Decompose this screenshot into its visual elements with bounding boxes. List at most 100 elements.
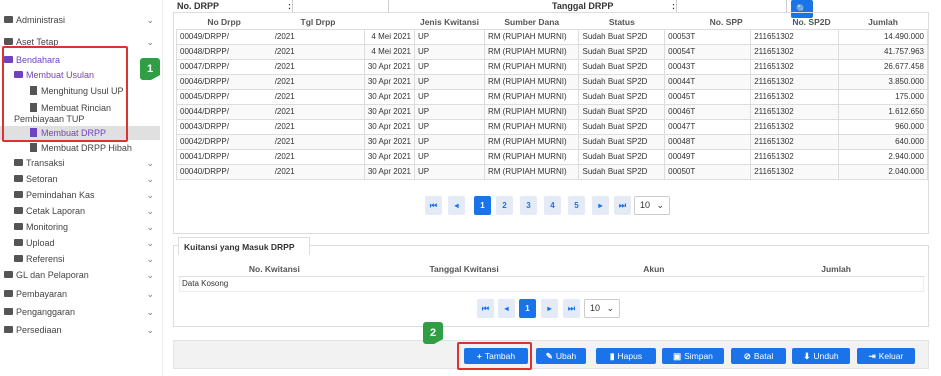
cell-no-drpp: 00042/DRPP/ (175, 133, 272, 150)
tanggal-drpp-label: Tanggal DRPP (552, 1, 614, 11)
folder-icon (4, 326, 13, 334)
sidebar-item-label: Upload (26, 238, 55, 248)
folder-icon (4, 16, 13, 24)
chevron-down-icon: ⌄ (146, 158, 154, 168)
page-size-select[interactable]: 10 ⌄ (634, 196, 670, 215)
cell-no-sp2d: 211651302 (750, 148, 840, 165)
last-page-icon[interactable]: ⏭ (563, 299, 580, 318)
sidebar-item-setoran[interactable]: Setoran ⌄ (0, 172, 160, 186)
table-row[interactable]: 00040/DRPP//2021 30 Apr 2021 UP RM (RUPIAH … (175, 163, 928, 180)
sidebar-item-penganggaran[interactable]: Penganggaran ⌄ (0, 305, 160, 319)
page-button-5[interactable]: 5 (568, 196, 585, 215)
sidebar-item-persediaan[interactable]: Persediaan ⌄ (0, 323, 160, 337)
chevron-down-icon: ⌄ (146, 289, 154, 299)
cell-status: Sudah Buat SP2D (578, 103, 666, 120)
col-header-status[interactable]: Status (578, 15, 665, 30)
step-badge-2: 2 (423, 322, 443, 344)
first-page-icon[interactable]: ⏮ (477, 299, 494, 318)
sidebar-item-pemindahan-kas[interactable]: Pemindahan Kas ⌄ (0, 188, 160, 202)
page-button-3[interactable]: 3 (520, 196, 537, 215)
cell-no-spp: 00049T (664, 148, 752, 165)
table-row[interactable]: 00045/DRPP//2021 30 Apr 2021 UP RM (RUPIAH … (175, 88, 928, 105)
hapus-button[interactable]: ▮ Hapus (596, 348, 656, 364)
cell-no-sp2d: 211651302 (750, 88, 840, 105)
cell-no-sp2d: 211651302 (750, 133, 840, 150)
chevron-down-icon: ⌄ (146, 254, 154, 264)
cell-tgl-drpp: 30 Apr 2021 (363, 163, 416, 180)
tanggal-drpp-colon: : (672, 1, 675, 11)
cell-jumlah: 41.757.963 (838, 43, 928, 60)
ubah-button[interactable]: ✎ Ubah (536, 348, 586, 364)
prev-page-icon[interactable]: ◂ (498, 299, 515, 318)
chevron-down-icon: ⌄ (146, 37, 154, 47)
prev-page-icon[interactable]: ◂ (448, 196, 465, 215)
col-header-tgl-drpp[interactable]: Tgl Drpp (271, 15, 365, 30)
table-row[interactable]: 00046/DRPP//2021 30 Apr 2021 UP RM (RUPIAH … (175, 73, 928, 90)
cell-sumber-dana: RM (RUPIAH MURNI) (483, 43, 580, 60)
col-header-no-spp[interactable]: No. SPP (664, 15, 751, 30)
cell-no-sp2d: 211651302 (750, 118, 840, 135)
sidebar-item-cetak-laporan[interactable]: Cetak Laporan ⌄ (0, 204, 160, 218)
button-label: Ubah (555, 351, 577, 361)
sidebar-item-administrasi[interactable]: Administrasi ⌄ (0, 13, 160, 27)
table-row[interactable]: 00042/DRPP//2021 30 Apr 2021 UP RM (RUPIAH … (175, 133, 928, 150)
table-row[interactable]: 00048/DRPP//2021 4 Mei 2021 UP RM (RUPIAH M… (175, 43, 928, 60)
tab-kuitansi[interactable]: Kuitansi yang Masuk DRPP (178, 237, 310, 255)
first-page-icon[interactable]: ⏮ (425, 196, 442, 215)
next-page-icon[interactable]: ▸ (592, 196, 609, 215)
edit-icon: ✎ (545, 351, 553, 361)
col-header-jumlah[interactable]: Jumlah (838, 15, 928, 30)
sidebar-item-membuat-drpp-hibah[interactable]: Membuat DRPP Hibah (0, 141, 160, 155)
col-header-akun[interactable]: Akun (559, 262, 749, 277)
next-page-icon[interactable]: ▸ (541, 299, 558, 318)
sidebar-item-monitoring[interactable]: Monitoring ⌄ (0, 220, 160, 234)
sidebar-item-gl-dan-pelaporan[interactable]: GL dan Pelaporan ⌄ (0, 268, 160, 282)
sidebar-item-pembayaran[interactable]: Pembayaran ⌄ (0, 287, 160, 301)
cell-tgl-drpp: 30 Apr 2021 (363, 88, 416, 105)
sidebar-item-transaksi[interactable]: Transaksi ⌄ (0, 156, 160, 170)
cell-jenis-kwitansi: UP (414, 73, 485, 90)
table-row[interactable]: 00049/DRPP//2021 4 Mei 2021 UP RM (RUPIAH M… (175, 28, 928, 45)
folder-icon (4, 308, 13, 316)
chevron-down-icon: ⌄ (146, 174, 154, 184)
table-row[interactable]: 00043/DRPP//2021 30 Apr 2021 UP RM (RUPIAH … (175, 118, 928, 135)
table-row[interactable]: 00047/DRPP//2021 30 Apr 2021 UP RM (RUPIAH … (175, 58, 928, 75)
col-header-jenis-kwitansi[interactable]: Jenis Kwitansi (414, 15, 485, 30)
col-header-jumlah-kwitansi[interactable]: Jumlah (748, 262, 924, 277)
unduh-button[interactable]: ⬇ Unduh (792, 348, 850, 364)
sidebar-item-label: Pemindahan Kas (26, 190, 95, 200)
table-row[interactable]: 00041/DRPP//2021 30 Apr 2021 UP RM (RUPIAH … (175, 148, 928, 165)
page-size-select[interactable]: 10 ⌄ (584, 299, 620, 318)
empty-message: Data Kosong (179, 275, 924, 292)
page-button-1[interactable]: 1 (474, 196, 491, 215)
sidebar-item-label: Referensi (26, 254, 65, 264)
cell-no-drpp-year: /2021 (271, 58, 365, 75)
button-label: Hapus (617, 351, 643, 361)
col-header-no-sp2d[interactable]: No. SP2D (750, 15, 839, 30)
cell-status: Sudah Buat SP2D (578, 133, 666, 150)
cell-no-drpp: 00049/DRPP/ (175, 28, 272, 45)
simpan-button[interactable]: ▣ Simpan (662, 348, 724, 364)
table-row[interactable]: 00044/DRPP//2021 30 Apr 2021 UP RM (RUPIAH … (175, 103, 928, 120)
last-page-icon[interactable]: ⏭ (614, 196, 631, 215)
cell-no-drpp: 00044/DRPP/ (175, 103, 272, 120)
cell-sumber-dana: RM (RUPIAH MURNI) (483, 133, 580, 150)
page-button-2[interactable]: 2 (496, 196, 513, 215)
col-header-tanggal-kwitansi[interactable]: Tanggal Kwitansi (369, 262, 559, 277)
col-header-no-kwitansi[interactable]: No. Kwitansi (179, 262, 370, 277)
page-button-1[interactable]: 1 (519, 299, 536, 318)
col-header-no-drpp[interactable]: No Drpp (176, 15, 272, 30)
cell-jenis-kwitansi: UP (414, 43, 485, 60)
cell-status: Sudah Buat SP2D (578, 118, 666, 135)
cell-jenis-kwitansi: UP (414, 118, 485, 135)
keluar-button[interactable]: ⇥ Keluar (857, 348, 915, 364)
batal-button[interactable]: ⊘ Batal (731, 348, 786, 364)
sidebar-item-referensi[interactable]: Referensi ⌄ (0, 252, 160, 266)
sidebar-item-label: GL dan Pelaporan (16, 270, 89, 280)
page-button-4[interactable]: 4 (544, 196, 561, 215)
col-header-sumber-dana[interactable]: Sumber Dana (484, 15, 579, 30)
sidebar-item-label: Membuat DRPP Hibah (41, 143, 132, 153)
cell-jumlah: 3.850.000 (838, 73, 928, 90)
sidebar-item-upload[interactable]: Upload ⌄ (0, 236, 160, 250)
save-icon: ▣ (673, 351, 682, 361)
